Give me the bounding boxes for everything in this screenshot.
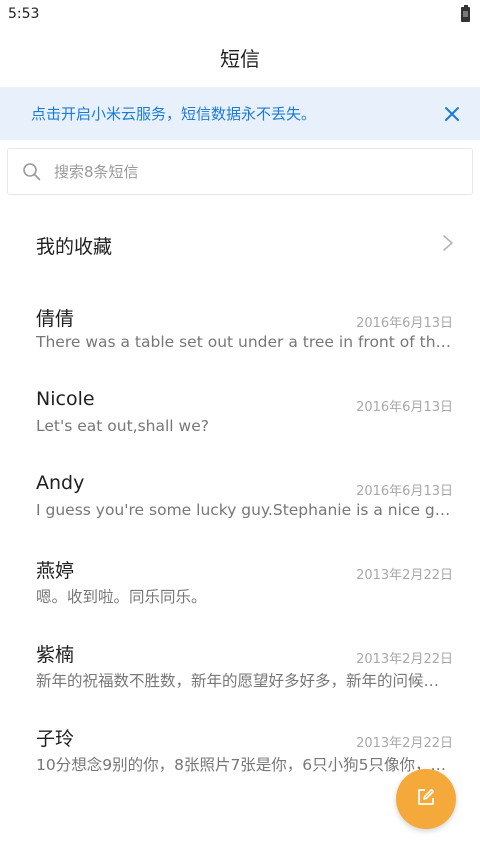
battery-icon bbox=[461, 4, 470, 22]
conversation-list: 倩倩 2016年6月13日 There was a table set out … bbox=[0, 290, 480, 794]
close-icon[interactable] bbox=[440, 102, 464, 126]
conversation-item[interactable]: Nicole 2016年6月13日 Let's eat out,shall we… bbox=[0, 374, 480, 458]
contact-name: 子玲 bbox=[36, 728, 75, 750]
compose-icon bbox=[416, 787, 436, 811]
conversation-item[interactable]: Andy 2016年6月13日 I guess you're some luck… bbox=[0, 458, 480, 542]
contact-name: 倩倩 bbox=[36, 308, 75, 330]
message-preview: I guess you're some lucky guy.Stephanie … bbox=[36, 501, 454, 519]
conversation-item[interactable]: 燕婷 2013年2月22日 嗯。收到啦。同乐同乐。 bbox=[0, 542, 480, 626]
message-date: 2013年2月22日 bbox=[356, 568, 453, 583]
search-box[interactable] bbox=[7, 148, 473, 195]
message-date: 2016年6月13日 bbox=[356, 484, 453, 499]
cloud-service-banner[interactable]: 点击开启小米云服务，短信数据永不丢失。 bbox=[0, 87, 480, 140]
message-preview: Let's eat out,shall we? bbox=[36, 417, 209, 435]
status-bar: 5:53 bbox=[0, 0, 480, 28]
favorites-row[interactable]: 我的收藏 bbox=[0, 215, 480, 275]
conversation-item[interactable]: 紫楠 2013年2月22日 新年的祝福数不胜数，新年的愿望好多好多，新年的问候送… bbox=[0, 626, 480, 710]
search-icon bbox=[22, 162, 42, 182]
contact-name: Andy bbox=[36, 472, 85, 494]
message-date: 2016年6月13日 bbox=[356, 316, 453, 331]
contact-name: 紫楠 bbox=[36, 644, 75, 666]
compose-button[interactable] bbox=[396, 769, 456, 829]
search-input[interactable] bbox=[54, 162, 472, 181]
banner-text[interactable]: 点击开启小米云服务，短信数据永不丢失。 bbox=[31, 103, 316, 124]
status-time: 5:53 bbox=[8, 6, 40, 22]
message-date: 2013年2月22日 bbox=[356, 652, 453, 667]
contact-name: 燕婷 bbox=[36, 560, 75, 582]
favorites-label: 我的收藏 bbox=[36, 235, 113, 258]
message-date: 2016年6月13日 bbox=[356, 400, 453, 415]
page-title: 短信 bbox=[220, 46, 260, 71]
message-date: 2013年2月22日 bbox=[356, 736, 453, 751]
chevron-right-icon bbox=[442, 234, 454, 256]
message-preview: There was a table set out under a tree i… bbox=[36, 333, 454, 351]
conversation-item[interactable]: 倩倩 2016年6月13日 There was a table set out … bbox=[0, 290, 480, 374]
title-bar: 短信 bbox=[0, 28, 480, 86]
message-preview: 嗯。收到啦。同乐同乐。 bbox=[36, 588, 207, 606]
message-preview: 新年的祝福数不胜数，新年的愿望好多好多，新年的问候送上 bbox=[36, 672, 454, 690]
message-preview: 10分想念9别的你，8张照片7张是你，6只小狗5只像你，4季 bbox=[36, 756, 454, 774]
contact-name: Nicole bbox=[36, 388, 95, 410]
